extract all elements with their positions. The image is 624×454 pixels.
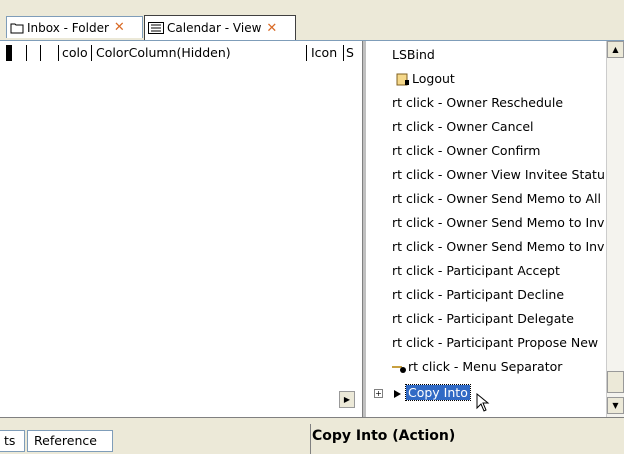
tree-item-lsbind[interactable]: LSBind — [392, 45, 435, 65]
tree-item-label: rt click - Owner Cancel — [392, 119, 534, 134]
column-divider — [306, 45, 307, 61]
tree-item-copy-into[interactable]: Copy Into — [392, 383, 471, 403]
tree-item-action[interactable]: rt click - Owner Confirm — [392, 141, 540, 161]
tab-inbox-folder[interactable]: Inbox - Folder ✕ — [6, 16, 143, 38]
tree-item-action[interactable]: rt click - Owner Send Memo to All — [392, 189, 601, 209]
tree-item-logout[interactable]: Logout — [396, 69, 455, 89]
vertical-scrollbar[interactable]: ▲ ▼ — [606, 41, 624, 418]
tree-item-action[interactable]: rt click - Owner Send Memo to Inv — [392, 237, 604, 257]
tree-item-label: rt click - Menu Separator — [408, 359, 563, 374]
column-divider — [58, 45, 59, 61]
main-panel: colo ColorColumn(Hidden) Icon S ▶ LSBind… — [0, 40, 624, 418]
document-tab-bar: Inbox - Folder ✕ Calendar - View ✕ — [0, 0, 624, 40]
tree-item-action[interactable]: rt click - Participant Delegate — [392, 309, 574, 329]
column-divider — [91, 45, 92, 61]
close-tab-icon[interactable]: ✕ — [114, 20, 125, 35]
scroll-down-button[interactable]: ▼ — [607, 397, 624, 414]
tree-item-action[interactable]: rt click - Owner Cancel — [392, 117, 534, 137]
separator-icon — [392, 365, 406, 373]
tree-item-action[interactable]: rt click - Owner Reschedule — [392, 93, 563, 113]
tree-item-label: Logout — [412, 71, 455, 86]
tree-item-label: rt click - Owner Confirm — [392, 143, 541, 158]
column-divider — [40, 45, 41, 61]
tree-item-label: rt click - Participant Delegate — [392, 311, 574, 326]
tree-item-action[interactable]: rt click - Participant Propose New — [392, 333, 598, 353]
tab-calendar-view[interactable]: Calendar - View ✕ — [144, 15, 296, 40]
folder-icon — [10, 23, 24, 33]
column-header-colorcolumn[interactable]: ColorColumn(Hidden) — [96, 45, 306, 60]
scroll-up-button[interactable]: ▲ — [607, 41, 624, 58]
tree-item-label: rt click - Owner View Invitee Statu — [392, 167, 605, 182]
view-design-pane: colo ColorColumn(Hidden) Icon S ▶ — [0, 41, 360, 418]
column-header-s[interactable]: S — [346, 45, 356, 60]
logout-icon — [396, 73, 409, 85]
tree-item-action[interactable]: rt click - Participant Decline — [392, 285, 564, 305]
view-icon — [148, 22, 164, 34]
tab-reference[interactable]: Reference — [27, 430, 113, 452]
tree-item-label: rt click - Participant Decline — [392, 287, 565, 302]
column-header-row: colo ColorColumn(Hidden) Icon S — [0, 45, 360, 61]
tree-item-label: rt click - Participant Accept — [392, 263, 560, 278]
tab-objects[interactable]: ts — [0, 430, 25, 452]
tab-label: Calendar - View — [167, 21, 262, 35]
action-arrow-icon — [394, 389, 401, 398]
tree-item-action[interactable]: rt click - Participant Accept — [392, 261, 560, 281]
tree-expand-icon[interactable]: + — [374, 389, 383, 398]
tree-item-action[interactable]: rt click - Owner View Invitee Statu — [392, 165, 605, 185]
tree-item-label: rt click - Participant Propose New — [392, 335, 599, 350]
tree-item-label: rt click - Owner Send Memo to Inv — [392, 239, 605, 254]
close-tab-icon[interactable]: ✕ — [266, 21, 277, 36]
scroll-thumb[interactable] — [607, 371, 624, 393]
mouse-cursor-icon — [476, 393, 490, 412]
tree-item-menu-separator[interactable]: rt click - Menu Separator — [392, 357, 562, 377]
tree-item-label: Copy Into — [405, 384, 471, 401]
bottom-panel: ts Reference Copy Into (Action) — [0, 417, 624, 454]
column-selector[interactable] — [6, 45, 12, 61]
column-divider — [26, 45, 27, 61]
column-divider — [343, 45, 344, 61]
column-header-colo[interactable]: colo — [62, 45, 90, 60]
tree-item-label: rt click - Owner Send Memo to All — [392, 191, 601, 206]
scroll-right-button[interactable]: ▶ — [339, 391, 355, 408]
tab-label: Inbox - Folder — [27, 20, 109, 35]
tree-item-action[interactable]: rt click - Owner Send Memo to Inv — [392, 213, 604, 233]
column-header-icon[interactable]: Icon — [311, 45, 343, 60]
tree-item-label: rt click - Owner Reschedule — [392, 95, 564, 110]
tree-item-label: LSBind — [392, 47, 435, 62]
properties-title: Copy Into (Action) — [312, 428, 456, 444]
tree-item-label: rt click - Owner Send Memo to Inv — [392, 215, 605, 230]
actions-tree-pane: LSBind Logout rt click - Owner Reschedul… — [366, 41, 606, 418]
